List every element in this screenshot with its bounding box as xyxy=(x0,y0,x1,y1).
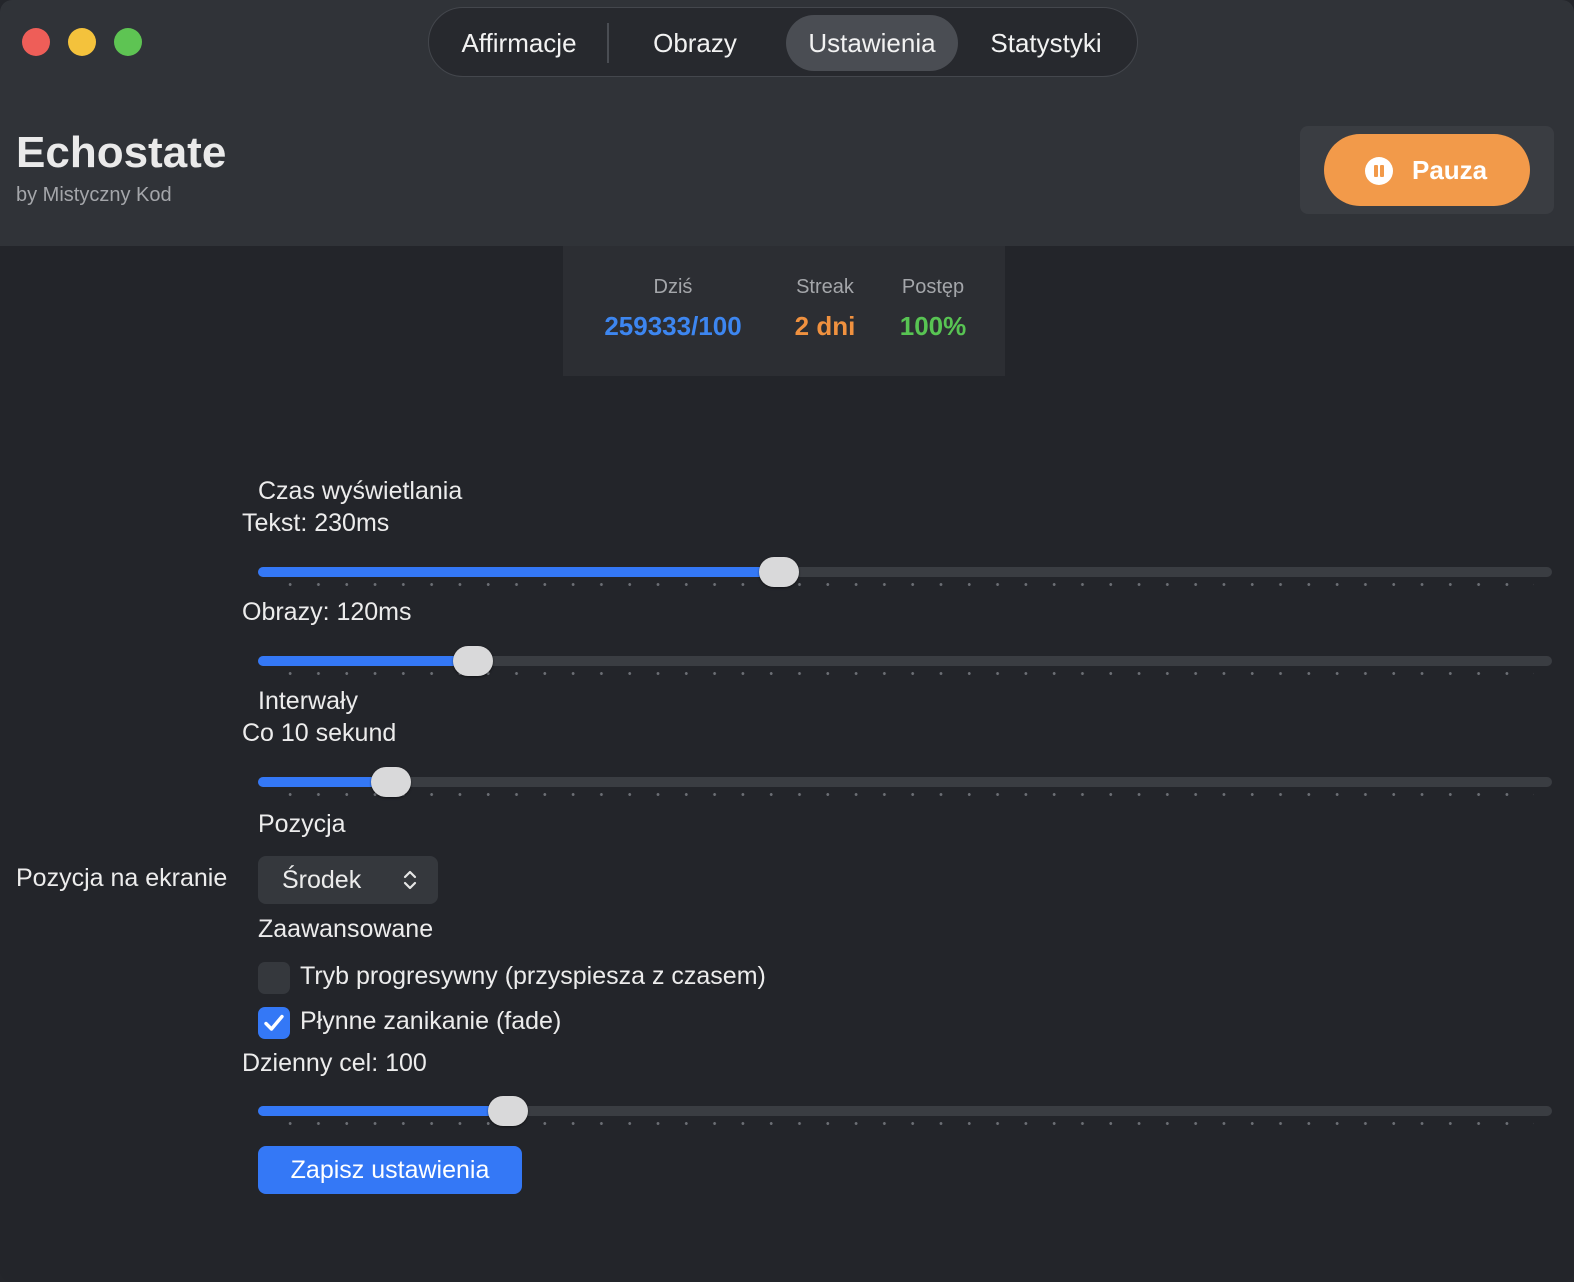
tab-ustawienia[interactable]: Ustawienia xyxy=(786,15,958,71)
text-time-label: Tekst: 230ms xyxy=(242,509,390,537)
stat-today-value: 259333/100 xyxy=(604,311,742,341)
stat-progress: Postęp 100% xyxy=(891,276,975,342)
tab-affirmacje[interactable]: Affirmacje xyxy=(439,15,599,71)
interval-slider[interactable] xyxy=(258,767,1552,797)
stat-streak-label: Streak xyxy=(796,276,854,298)
app-title: Echostate xyxy=(16,128,227,177)
stat-progress-value: 100% xyxy=(899,311,967,341)
pause-circle-icon xyxy=(1365,157,1393,185)
chevron-updown-icon xyxy=(403,870,417,890)
stat-streak-value: 2 dni xyxy=(794,311,856,341)
slider-fill xyxy=(258,567,779,577)
images-time-label: Obrazy: 120ms xyxy=(242,598,412,626)
slider-track xyxy=(258,777,1552,787)
slider-thumb[interactable] xyxy=(759,557,799,587)
pause-button[interactable]: Pauza xyxy=(1324,134,1530,206)
app-subtitle: by Mistyczny Kod xyxy=(16,184,172,206)
fade-checkbox[interactable] xyxy=(258,1007,290,1039)
stat-today: Dziś 259333/100 xyxy=(593,276,753,342)
section-display-time: Czas wyświetlania xyxy=(258,477,463,505)
tab-bar: Affirmacje Obrazy Ustawienia Statystyki xyxy=(428,7,1138,77)
section-advanced: Zaawansowane xyxy=(258,915,434,943)
text-time-slider[interactable] xyxy=(258,557,1552,587)
stat-streak: Streak 2 dni xyxy=(785,276,865,342)
stat-progress-label: Postęp xyxy=(901,276,965,298)
interval-label: Co 10 sekund xyxy=(242,719,397,747)
stats-panel: Dziś 259333/100 Streak 2 dni Postęp 100% xyxy=(563,246,1005,376)
slider-ticks xyxy=(276,1122,1534,1125)
section-position: Pozycja xyxy=(258,810,346,838)
daily-goal-label: Dzienny cel: 100 xyxy=(242,1049,427,1077)
slider-fill xyxy=(258,656,473,666)
slider-ticks xyxy=(276,793,1534,796)
zoom-window-button[interactable] xyxy=(114,28,142,56)
position-field-label: Pozycja na ekranie xyxy=(16,864,228,892)
section-intervals: Interwały xyxy=(258,687,359,715)
position-select-value: Środek xyxy=(282,866,362,894)
tab-obrazy[interactable]: Obrazy xyxy=(615,15,775,71)
app-window: Affirmacje Obrazy Ustawienia Statystyki … xyxy=(0,0,1574,1282)
slider-ticks xyxy=(276,583,1534,586)
save-settings-button[interactable]: Zapisz ustawienia xyxy=(258,1146,522,1194)
slider-fill xyxy=(258,1106,508,1116)
tab-statystyki[interactable]: Statystyki xyxy=(966,15,1126,71)
position-select[interactable]: Środek xyxy=(258,856,438,904)
slider-thumb[interactable] xyxy=(371,767,411,797)
slider-thumb[interactable] xyxy=(453,646,493,676)
slider-thumb[interactable] xyxy=(488,1096,528,1126)
progressive-label: Tryb progresywny (przyspiesza z czasem) xyxy=(300,962,766,990)
tab-divider xyxy=(607,23,609,63)
daily-goal-slider[interactable] xyxy=(258,1096,1552,1126)
close-window-button[interactable] xyxy=(22,28,50,56)
progressive-checkbox[interactable] xyxy=(258,962,290,994)
checkmark-icon xyxy=(264,1014,284,1031)
images-time-slider[interactable] xyxy=(258,646,1552,676)
fade-label: Płynne zanikanie (fade) xyxy=(300,1007,562,1035)
pause-container: Pauza xyxy=(1300,126,1554,214)
minimize-window-button[interactable] xyxy=(68,28,96,56)
stat-today-label: Dziś xyxy=(653,276,693,298)
pause-label: Pauza xyxy=(1412,155,1488,185)
header: Affirmacje Obrazy Ustawienia Statystyki … xyxy=(0,0,1574,246)
